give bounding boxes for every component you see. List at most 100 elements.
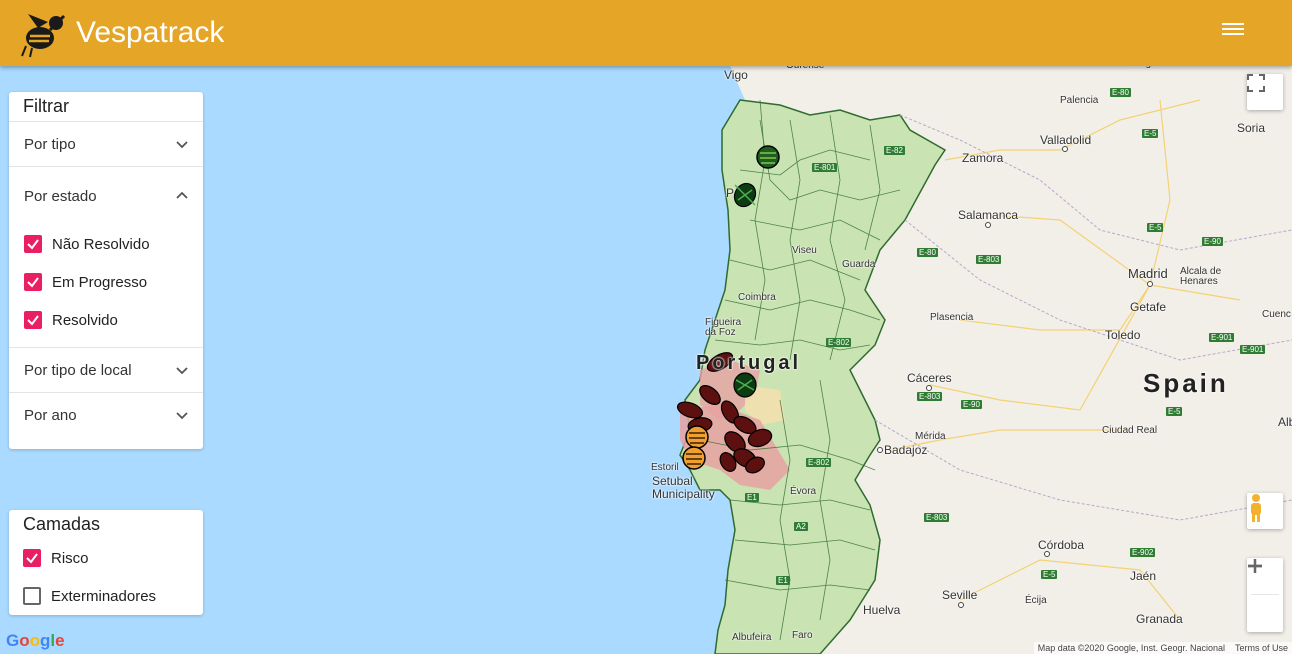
chevron-down-icon <box>176 367 188 375</box>
map-label-spain: Spain <box>1143 368 1229 398</box>
map-label-salamanca: Salamanca <box>958 208 1019 222</box>
road-shield: E-80 <box>1110 88 1131 97</box>
map-label-figueira: Figueira da Foz <box>705 317 742 338</box>
road-shield: E-80 <box>917 248 938 257</box>
map-label-setubal: Setubal Municipality <box>652 474 715 501</box>
hamburger-icon <box>1222 23 1244 35</box>
map-label-granada: Granada <box>1136 612 1183 626</box>
map-label-toledo: Toledo <box>1105 328 1141 342</box>
checkbox-em-progresso[interactable]: Em Progresso <box>9 263 203 301</box>
layers-panel-title: Camadas <box>23 514 101 534</box>
street-view-pegman[interactable] <box>1247 493 1283 529</box>
city-dot <box>926 385 932 391</box>
map-label-valladolid: Valladolid <box>1040 133 1092 147</box>
fullscreen-button[interactable] <box>1247 74 1283 110</box>
road-shield: E-90 <box>961 400 982 409</box>
map-label-zamora: Zamora <box>962 151 1004 165</box>
filter-section-state: Por estado Não Resolvido Em Progresso Re… <box>9 166 203 339</box>
map-label-cordoba: Córdoba <box>1038 538 1085 552</box>
city-dot <box>1147 281 1153 287</box>
map-label-ciudad-real: Ciudad Real <box>1102 425 1158 436</box>
checkbox-resolvido[interactable]: Resolvido <box>9 301 203 339</box>
map-attribution: Map data ©2020 Google, Inst. Geogr. Naci… <box>1033 642 1292 654</box>
map-label-jaen: Jaén <box>1130 569 1157 583</box>
filter-section-state-toggle[interactable]: Por estado <box>9 167 203 225</box>
filter-section-year: Por ano <box>9 392 203 437</box>
checkbox-nao-resolvido[interactable]: Não Resolvido <box>9 225 203 263</box>
filter-panel: Filtrar Por tipo Por estado Não Resolvid… <box>9 92 203 449</box>
map-label-madrid: Madrid <box>1128 266 1168 281</box>
map-label-huelva: Huelva <box>863 603 901 617</box>
road-shield: A2 <box>794 522 808 531</box>
app-title: Vespatrack <box>76 16 225 49</box>
map-label-cuenca: Cuenc <box>1262 309 1291 320</box>
checkbox-risco[interactable]: Risco <box>9 539 203 577</box>
map-label-merida: Mérida <box>915 431 946 442</box>
road-shield: E-5 <box>1147 223 1164 232</box>
map-label-badajoz: Badajoz <box>884 443 928 457</box>
filter-section-location-type: Por tipo de local <box>9 347 203 392</box>
map-label-alcala: Alcala de Henares <box>1180 266 1222 287</box>
checkbox-unchecked-icon <box>23 587 41 605</box>
map-label-vigo: Vigo <box>724 68 748 82</box>
checkbox-checked-icon <box>23 549 41 567</box>
map-label-viseu: Viseu <box>792 245 817 256</box>
map-label-guarda: Guarda <box>842 259 876 270</box>
filter-section-year-toggle[interactable]: Por ano <box>9 393 203 437</box>
layers-panel: Camadas Risco Exterminadores <box>9 510 203 615</box>
checkbox-checked-icon <box>24 235 42 253</box>
map-label-alb: Alb <box>1278 415 1292 429</box>
road-shield: E1 <box>776 576 790 585</box>
map-label-caceres: Cáceres <box>907 371 952 385</box>
road-shield: E1 <box>745 493 759 502</box>
minus-icon <box>1248 564 1262 568</box>
section-label: Por tipo de local <box>24 361 132 379</box>
road-shield: E-5 <box>1142 129 1159 138</box>
map-label-estoril: Estoril <box>651 462 679 473</box>
road-shield: E-82 <box>884 146 905 155</box>
map-label-soria: Soria <box>1237 121 1266 135</box>
filter-section-type: Por tipo <box>9 121 203 166</box>
road-shield: E-902 <box>1130 548 1156 557</box>
chevron-down-icon <box>176 412 188 420</box>
filter-section-type-toggle[interactable]: Por tipo <box>9 122 203 166</box>
map-label-plasencia: Plasencia <box>930 312 974 323</box>
section-label: Por estado <box>24 187 97 205</box>
terms-link[interactable]: Terms of Use <box>1235 643 1288 653</box>
map-label-porto: P <box>726 186 735 200</box>
menu-button[interactable] <box>1222 20 1244 42</box>
map-label-faro: Faro <box>792 630 813 641</box>
map-label-portugal: Portugal <box>696 352 802 374</box>
map-label-ecija: Écija <box>1025 595 1047 606</box>
road-shield: E-801 <box>812 163 838 172</box>
section-label: Por tipo <box>24 135 76 153</box>
road-shield: E-802 <box>826 338 852 347</box>
pegman-icon <box>1251 494 1261 522</box>
map-label-seville: Seville <box>942 588 978 602</box>
checkbox-exterminadores[interactable]: Exterminadores <box>9 577 203 615</box>
road-shield: E-5 <box>1041 570 1058 579</box>
road-shield: E-803 <box>976 255 1002 264</box>
checkbox-label: Resolvido <box>52 311 118 329</box>
checkbox-checked-icon <box>24 273 42 291</box>
map-label-palencia: Palencia <box>1060 95 1099 106</box>
wasp-logo-icon <box>21 14 66 58</box>
google-logo: Google <box>6 631 65 650</box>
city-dot <box>1062 146 1068 152</box>
checkbox-label: Não Resolvido <box>52 235 150 253</box>
road-shield: E-803 <box>924 513 950 522</box>
checkbox-checked-icon <box>24 311 42 329</box>
filter-section-location-type-toggle[interactable]: Por tipo de local <box>9 348 203 392</box>
city-dot <box>877 447 883 453</box>
chevron-up-icon <box>176 191 188 199</box>
city-dot <box>985 222 991 228</box>
map-label-getafe: Getafe <box>1130 300 1167 314</box>
attribution-text: Map data ©2020 Google, Inst. Geogr. Naci… <box>1037 643 1225 653</box>
checkbox-label: Em Progresso <box>52 273 148 291</box>
checkbox-label: Exterminadores <box>51 587 157 605</box>
road-shield: E-802 <box>806 458 832 467</box>
map-label-coimbra: Coimbra <box>738 292 776 303</box>
zoom-out-button[interactable] <box>1248 564 1279 632</box>
city-dot <box>1044 551 1050 557</box>
road-shield: E-90 <box>1202 237 1223 246</box>
